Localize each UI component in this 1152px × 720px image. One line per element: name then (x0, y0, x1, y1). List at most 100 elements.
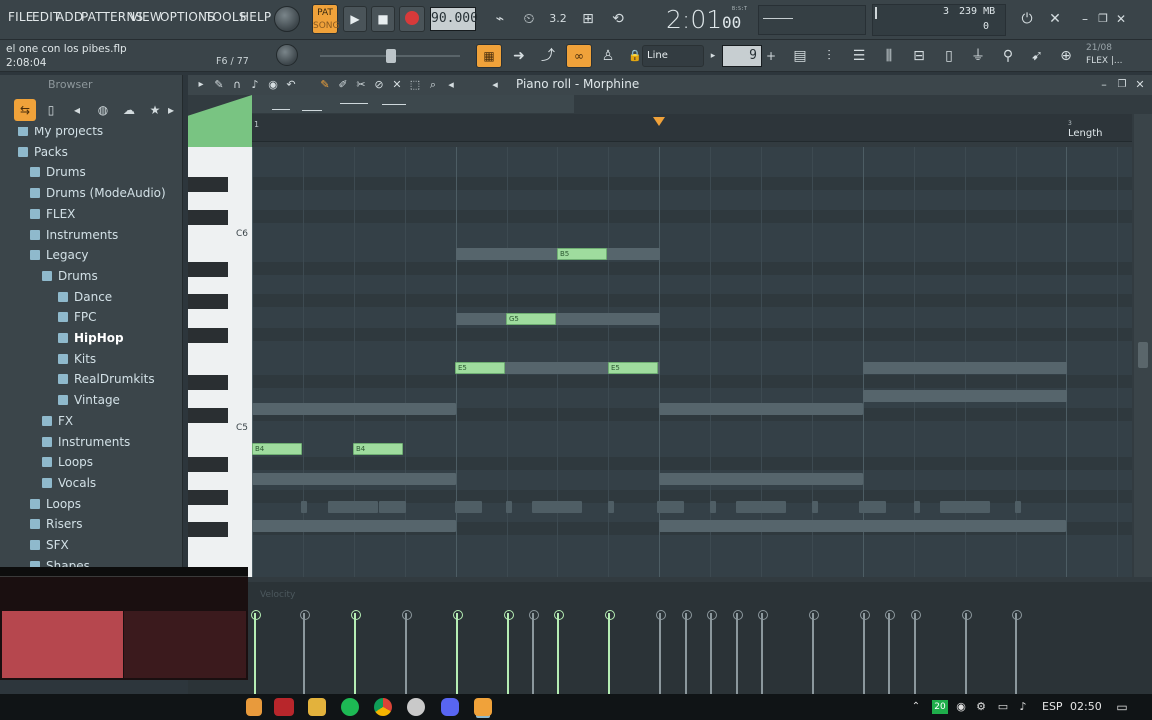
mute-tool-icon[interactable]: ⊘ (370, 73, 388, 97)
black-key[interactable] (188, 177, 228, 192)
black-key[interactable] (188, 457, 228, 472)
browser-folder[interactable]: FX (42, 411, 73, 431)
taskbar-app-icon[interactable] (274, 698, 294, 716)
note[interactable]: G5 (506, 313, 556, 325)
wait-input-icon[interactable]: ⏲ (516, 7, 542, 31)
pr-maximize-icon[interactable]: ❐ (1114, 73, 1130, 97)
stamp-icon[interactable]: ♙ (595, 44, 621, 68)
countdown-icon[interactable]: 3.2 (545, 7, 571, 31)
browser-cloud-icon[interactable]: ☁ (118, 99, 140, 121)
browser-folder[interactable]: SFX (30, 535, 69, 555)
tempo-display[interactable]: 90.000 (430, 7, 478, 31)
browser-folder[interactable]: Loops (42, 452, 93, 472)
piano-roll-button[interactable]: ▦ (476, 44, 502, 68)
microphone-icon[interactable]: ⚲ (995, 44, 1021, 68)
browser-globe-icon[interactable]: ◍ (92, 99, 114, 121)
channel-icon[interactable]: ⊟ (906, 44, 932, 68)
piano-keyboard[interactable]: C6 C5 (188, 147, 252, 577)
velocity-pane[interactable]: Velocity (188, 582, 1152, 695)
menu-file[interactable]: FILE (8, 10, 34, 24)
record-button[interactable] (399, 6, 425, 32)
spotify-icon[interactable] (341, 698, 359, 716)
system-clock[interactable]: 02:50 (1070, 700, 1102, 713)
discord-tray-icon[interactable]: ◉ (952, 695, 970, 719)
shop-icon[interactable]: ⊕ (1053, 44, 1079, 68)
file-explorer-icon[interactable] (308, 698, 326, 716)
black-key[interactable] (188, 262, 228, 277)
browser-folder[interactable]: Drums (ModeAudio) (30, 183, 166, 203)
browser-folder[interactable]: Vintage (58, 390, 120, 410)
step-value-display[interactable]: 9 (722, 45, 762, 67)
velocity-stem[interactable] (300, 610, 310, 695)
network-icon[interactable]: ▭ (994, 695, 1012, 719)
close-icon[interactable]: ✕ (1108, 7, 1134, 31)
timeline-ruler[interactable]: 1 3 Length (252, 114, 1132, 142)
chrome-icon[interactable] (374, 698, 392, 716)
velocity-stem[interactable] (351, 610, 361, 695)
arrow-right-icon[interactable]: ➜ (506, 44, 532, 68)
velocity-stem[interactable] (962, 610, 972, 695)
metronome-icon[interactable]: ⌁ (487, 7, 513, 31)
velocity-stem[interactable] (885, 610, 895, 695)
tray-expand-icon[interactable]: ⌃ (908, 695, 924, 719)
pat-song-toggle[interactable]: PAT SONG (312, 4, 340, 34)
language-indicator[interactable]: ESP (1042, 700, 1063, 713)
notifications-icon[interactable]: ▭ (1112, 695, 1132, 719)
velocity-stem[interactable] (682, 610, 692, 695)
black-key[interactable] (188, 522, 228, 537)
browser-folder[interactable]: FPC (58, 307, 97, 327)
velocity-stem[interactable] (402, 610, 412, 695)
pr-note-icon[interactable]: ♪ (246, 73, 264, 97)
browser-folder[interactable]: Shapes (30, 556, 90, 567)
speaker-tool-icon[interactable]: ◂ (442, 73, 460, 97)
volume-icon[interactable]: ♪ (1014, 695, 1032, 719)
pr-wrench-icon[interactable]: ✎ (210, 73, 228, 97)
pr-undo-icon[interactable]: ↶ (282, 73, 300, 97)
velocity-stem[interactable] (707, 610, 717, 695)
playlist-icon[interactable]: ▤ (787, 44, 813, 68)
black-key[interactable] (188, 210, 228, 225)
menu-view[interactable]: VIEW (130, 10, 162, 24)
steam-tray-icon[interactable]: ⚙ (972, 695, 990, 719)
note[interactable]: E5 (455, 362, 505, 374)
pattern-overview[interactable] (252, 95, 574, 113)
play-button[interactable]: ▶ (343, 6, 367, 32)
file-icon[interactable]: ▯ (936, 44, 962, 68)
pr-minimize-icon[interactable]: – (1096, 73, 1112, 97)
velocity-stem[interactable] (860, 610, 870, 695)
obs-icon[interactable] (407, 698, 425, 716)
browser-folder[interactable]: Instruments (30, 225, 118, 245)
velocity-stem[interactable] (758, 610, 768, 695)
eraser-tool-icon[interactable]: ✂ (352, 73, 370, 97)
pr-menu-arrow-icon[interactable]: ▸ (192, 73, 210, 97)
pencil-tool-icon[interactable]: ✎ (316, 73, 334, 97)
browser-folder[interactable]: RealDrumkits (58, 369, 155, 389)
note[interactable]: E5 (608, 362, 658, 374)
brush-tool-icon[interactable]: ✐ (334, 73, 352, 97)
pr-close-icon[interactable]: ✕ (1132, 73, 1148, 97)
taskbar-fl-partial-icon[interactable] (246, 698, 262, 716)
tools-cross-icon[interactable]: ✕ (1042, 7, 1068, 31)
playhead-marker[interactable] (653, 117, 665, 126)
velocity-stem[interactable] (251, 610, 261, 695)
pr-magnet-icon[interactable]: ∩ (228, 73, 246, 97)
link-button[interactable]: ∞ (566, 44, 592, 68)
browser-folder[interactable]: Packs (18, 142, 68, 162)
select-tool-icon[interactable]: ⬚ (406, 73, 424, 97)
browser-file-icon[interactable]: ▯ (40, 99, 62, 121)
browser-next-icon[interactable]: ▸ (164, 99, 178, 121)
discord-icon[interactable] (441, 698, 459, 716)
velocity-stem[interactable] (1012, 610, 1022, 695)
velocity-stem[interactable] (911, 610, 921, 695)
black-key[interactable] (188, 375, 228, 390)
black-key[interactable] (188, 490, 228, 505)
master-volume-knob[interactable] (274, 6, 300, 32)
plug-icon[interactable]: ⏚ (965, 44, 991, 68)
velocity-stem[interactable] (733, 610, 743, 695)
zoom-tool-icon[interactable]: ⌕ (424, 73, 442, 97)
note[interactable]: B4 (252, 443, 302, 455)
browser-folder[interactable]: Instruments (42, 432, 130, 452)
velocity-stem[interactable] (554, 610, 564, 695)
power-icon[interactable]: ⏻ (1014, 7, 1040, 31)
mixer-icon[interactable]: ☰ (846, 44, 872, 68)
